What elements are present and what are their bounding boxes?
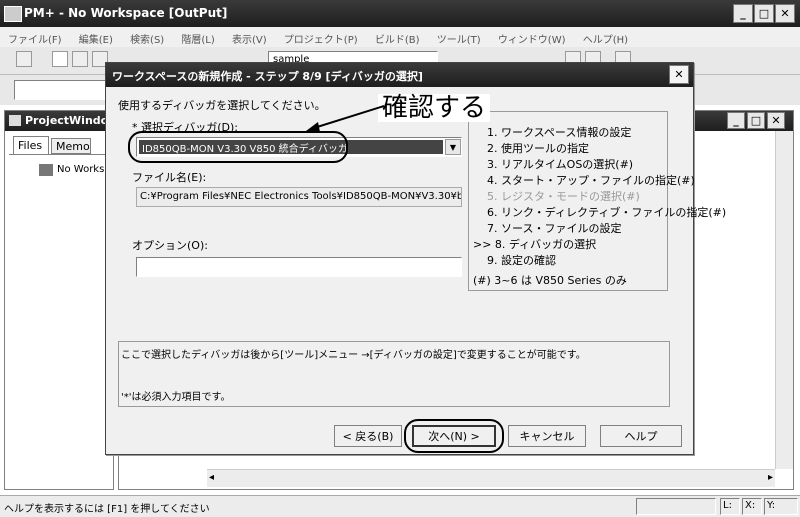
workspace-icon[interactable] [16,51,32,67]
chevron-down-icon[interactable]: ▼ [445,139,461,155]
highlight-ring-next [404,419,504,453]
dialog-instruction: 使用するディバッガを選択してください。 [118,99,326,112]
project-window-icon [9,115,21,126]
output-maximize-button[interactable]: □ [747,112,765,129]
status-pane-x: X: [742,498,762,515]
close-button[interactable]: ✕ [775,4,795,23]
menu-build[interactable]: ビルド(B) [375,35,420,46]
new-file-icon[interactable] [52,51,68,67]
step-item-disabled: 5. レジスタ・モードの選択(#) [487,190,640,203]
app-icon [4,6,22,22]
menu-project[interactable]: プロジェクト(P) [284,35,358,46]
main-title-bar: PM+ - No Workspace [OutPut] _ □ ✕ [0,0,800,27]
step-item: 3. リアルタイムOSの選択(#) [487,158,634,171]
command-field[interactable] [14,80,106,100]
status-pane-y: Y: [764,498,798,515]
status-text: ヘルプを表示するには [F1] を押してください [4,504,210,515]
cancel-button[interactable]: キャンセル [508,425,586,447]
step-item: 6. リンク・ディレクティブ・ファイルの指定(#) [487,206,727,219]
step-item: 9. 設定の確認 [487,254,556,267]
menu-file[interactable]: ファイル(F) [8,35,62,46]
project-window-title-bar: ProjectWindo [5,111,113,131]
description-line-1: ここで選択したディバッガは後から[ツール]メニュー →[ディバッガの設定]で変更… [121,350,586,361]
tab-files[interactable]: Files [13,136,49,154]
step-item-current: >> 8. ディバッガの選択 [473,238,597,251]
step-item: 4. スタート・アップ・ファイルの指定(#) [487,174,695,187]
tab-memo[interactable]: Memo [51,138,91,154]
options-label: オプション(O): [132,239,208,252]
output-close-button[interactable]: ✕ [767,112,785,129]
status-pane-l: L: [720,498,740,515]
scroll-left-icon[interactable]: ◂ [209,472,214,483]
description-line-2: '*'は必須入力項目です。 [121,392,231,403]
menu-view[interactable]: 表示(V) [232,35,267,46]
menu-search[interactable]: 検索(S) [130,35,164,46]
steps-panel: 1. ワークスペース情報の設定 2. 使用ツールの指定 3. リアルタイムOSの… [468,111,726,291]
horizontal-scrollbar[interactable]: ◂ ▸ [207,469,775,487]
step-item: 1. ワークスペース情報の設定 [487,126,632,139]
dialog-title-bar: ワークスペースの新規作成 - ステップ 8/9 [ディバッガの選択] ✕ [106,63,693,87]
filename-label: ファイル名(E): [132,171,207,184]
close-icon: ✕ [674,68,684,81]
status-bar: ヘルプを表示するには [F1] を押してください L: X: Y: [0,495,800,517]
dialog-title: ワークスペースの新規作成 - ステップ 8/9 [ディバッガの選択] [112,70,423,83]
project-window-title: ProjectWindo [25,114,109,127]
minimize-button[interactable]: _ [733,4,753,23]
steps-note: (#) 3~6 は V850 Series のみ [473,274,627,287]
menu-bar: ファイル(F) 編集(E) 検索(S) 階層(L) 表示(V) プロジェクト(P… [0,27,800,47]
project-window: ProjectWindo Files Memo No Workspa [4,110,117,490]
options-input[interactable] [136,257,462,277]
menu-window[interactable]: ウィンドウ(W) [498,35,566,46]
tree-node-icon [39,164,53,176]
menu-tools[interactable]: ツール(T) [437,35,481,46]
step-item: 2. 使用ツールの指定 [487,142,589,155]
open-folder-icon[interactable] [72,51,88,67]
menu-edit[interactable]: 編集(E) [79,35,113,46]
vertical-scrollbar[interactable] [775,131,793,469]
status-pane-1 [636,498,716,515]
menu-hierarchy[interactable]: 階層(L) [181,35,214,46]
scroll-right-icon[interactable]: ▸ [768,472,773,483]
filename-field: C:¥Program Files¥NEC Electronics Tools¥I… [136,187,462,207]
maximize-button[interactable]: □ [754,4,774,23]
menu-help[interactable]: ヘルプ(H) [583,35,628,46]
step-item: 7. ソース・ファイルの設定 [487,222,622,235]
help-button[interactable]: ヘルプ [600,425,682,447]
back-button[interactable]: < 戻る(B) [334,425,402,447]
tree-view: No Workspa [9,154,117,484]
app-title: PM+ - No Workspace [OutPut] [24,6,228,20]
annotation-arrow-icon [306,105,385,132]
annotation-callout: 確認する [378,94,491,122]
output-minimize-button[interactable]: _ [727,112,745,129]
dialog-close-button[interactable]: ✕ [669,65,689,84]
description-box: ここで選択したディバッガは後から[ツール]メニュー →[ディバッガの設定]で変更… [118,341,670,407]
